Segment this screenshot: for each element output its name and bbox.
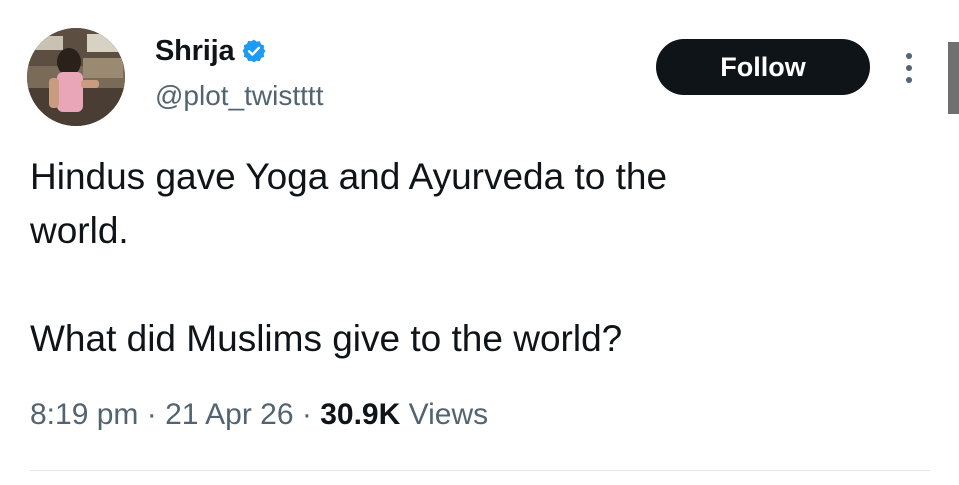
tweet-time[interactable]: 8:19 pm (30, 398, 138, 431)
follow-button[interactable]: Follow (656, 39, 870, 95)
divider (30, 470, 930, 471)
meta-separator: · (301, 398, 312, 431)
tweet-line: What did Muslims give to the world? (30, 318, 623, 359)
tweet-line: Hindus gave Yoga and Ayurveda to the (30, 156, 668, 197)
more-vertical-icon[interactable] (900, 50, 918, 86)
user-handle[interactable]: @plot_twistttt (155, 80, 323, 112)
meta-separator: · (146, 398, 157, 431)
verified-badge-icon (241, 38, 267, 64)
avatar-image (27, 28, 125, 126)
views-label: Views (408, 398, 489, 431)
tweet-date[interactable]: 21 Apr 26 (165, 398, 293, 431)
views-count[interactable]: 30.9K (320, 398, 400, 431)
scrollbar[interactable] (948, 42, 959, 114)
avatar[interactable] (27, 28, 125, 126)
tweet-text: Hindus gave Yoga and Ayurveda to the wor… (30, 150, 910, 366)
display-name[interactable]: Shrija (155, 35, 235, 68)
tweet-meta: 8:19 pm · 21 Apr 26 · 30.9K Views (30, 398, 488, 432)
name-row: Shrija (155, 33, 267, 69)
tweet-line: world. (30, 210, 129, 251)
